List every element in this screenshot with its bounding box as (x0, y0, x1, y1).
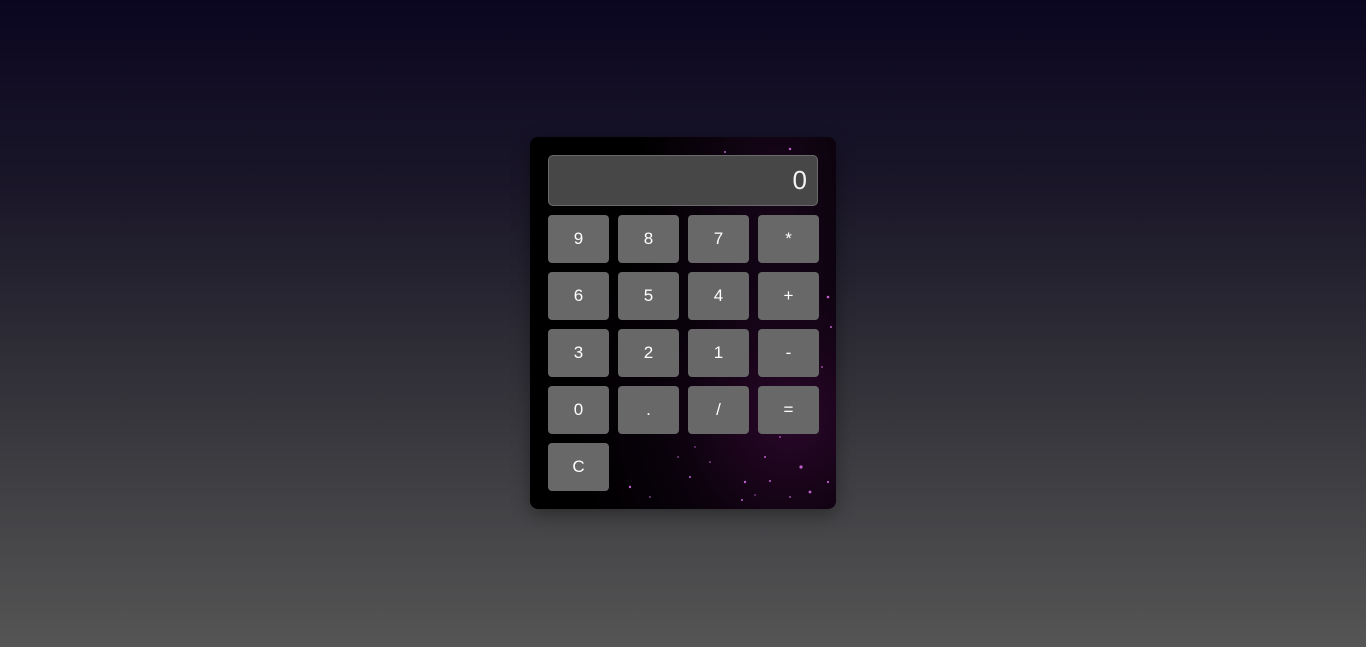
key-equals[interactable]: = (758, 386, 819, 434)
key-clear[interactable]: C (548, 443, 609, 491)
key-add[interactable]: + (758, 272, 819, 320)
key-2[interactable]: 2 (618, 329, 679, 377)
key-divide[interactable]: / (688, 386, 749, 434)
key-multiply[interactable]: * (758, 215, 819, 263)
key-7[interactable]: 7 (688, 215, 749, 263)
calculator-panel: 9 8 7 * 6 5 4 + 3 2 1 - 0 . / = C (530, 137, 836, 509)
key-1[interactable]: 1 (688, 329, 749, 377)
key-9[interactable]: 9 (548, 215, 609, 263)
key-6[interactable]: 6 (548, 272, 609, 320)
key-decimal[interactable]: . (618, 386, 679, 434)
key-subtract[interactable]: - (758, 329, 819, 377)
key-4[interactable]: 4 (688, 272, 749, 320)
key-3[interactable]: 3 (548, 329, 609, 377)
key-5[interactable]: 5 (618, 272, 679, 320)
key-0[interactable]: 0 (548, 386, 609, 434)
keypad: 9 8 7 * 6 5 4 + 3 2 1 - 0 . / = C (548, 215, 819, 491)
display-field[interactable] (548, 155, 818, 206)
key-8[interactable]: 8 (618, 215, 679, 263)
